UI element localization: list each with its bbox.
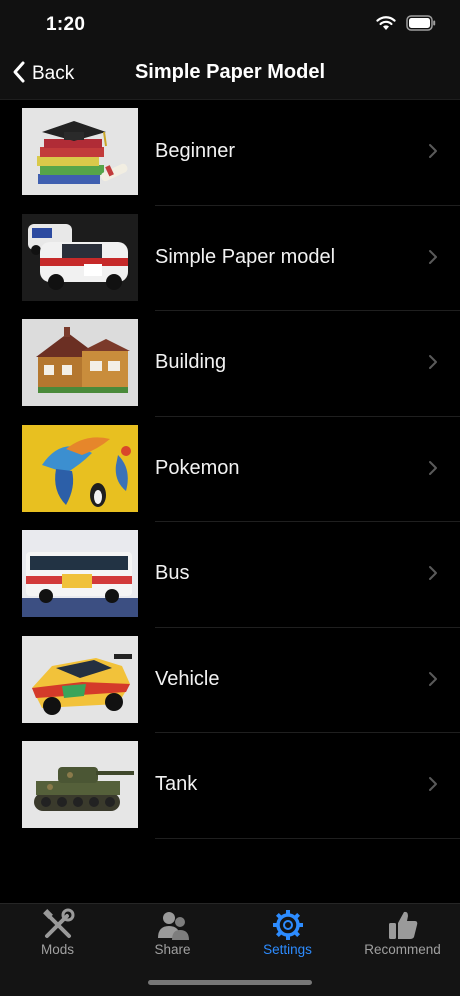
wifi-icon — [376, 15, 396, 36]
chevron-right-icon — [428, 143, 438, 164]
list-item[interactable]: Beginner — [0, 100, 460, 206]
list-item[interactable]: Vehicle — [0, 628, 460, 733]
tab-share[interactable]: Share — [115, 904, 230, 970]
status-bar: 1:20 — [0, 0, 460, 48]
tab-label: Mods — [40, 942, 74, 957]
tank-model-image — [22, 741, 138, 828]
list-item-label: Tank — [155, 773, 198, 795]
page-title: Simple Paper Model — [134, 61, 326, 83]
divider — [155, 837, 460, 839]
chevron-right-icon — [428, 460, 438, 481]
rally-cars-image — [22, 213, 138, 301]
tab-recommend[interactable]: Recommend — [345, 904, 460, 970]
race-car-image — [22, 635, 138, 723]
list-item[interactable]: Pokemon — [0, 417, 460, 522]
list-item[interactable]: Bus — [0, 522, 460, 628]
chevron-right-icon — [428, 671, 438, 692]
chevron-right-icon — [428, 776, 438, 797]
navigation-bar: Back Simple Paper Model — [0, 48, 460, 100]
status-time: 1:20 — [46, 14, 86, 35]
chevron-right-icon — [428, 249, 438, 270]
list-item[interactable]: Tank — [0, 733, 460, 839]
people-icon — [156, 908, 190, 942]
list-item[interactable]: Simple Paper model — [0, 206, 460, 311]
tools-icon — [41, 908, 75, 942]
tab-label: Share — [154, 942, 191, 957]
tab-settings[interactable]: Settings — [230, 904, 345, 970]
chevron-right-icon — [428, 354, 438, 375]
gear-icon — [271, 908, 305, 942]
chevron-right-icon — [428, 565, 438, 586]
status-icons — [376, 15, 436, 36]
battery-icon — [406, 15, 436, 36]
list-item[interactable]: Building — [0, 311, 460, 417]
list-item-label: Building — [155, 351, 227, 373]
list-item-label: Bus — [155, 562, 190, 584]
bus-model-image — [22, 530, 138, 617]
graduation-books-image — [22, 108, 138, 195]
category-list: Beginner Simple Paper model Building Pok… — [0, 100, 460, 839]
tab-label: Settings — [263, 942, 312, 957]
list-item-label: Simple Paper model — [155, 245, 336, 268]
house-model-image — [22, 319, 138, 406]
list-item-label: Pokemon — [155, 456, 240, 479]
tab-mods[interactable]: Mods — [0, 904, 115, 970]
list-item-label: Beginner — [155, 140, 236, 162]
tab-label: Recommend — [364, 942, 441, 957]
home-indicator[interactable] — [148, 980, 312, 985]
thumbs-up-icon — [386, 908, 420, 942]
list-item-label: Vehicle — [155, 667, 220, 690]
toucan-bird-image — [22, 424, 138, 512]
